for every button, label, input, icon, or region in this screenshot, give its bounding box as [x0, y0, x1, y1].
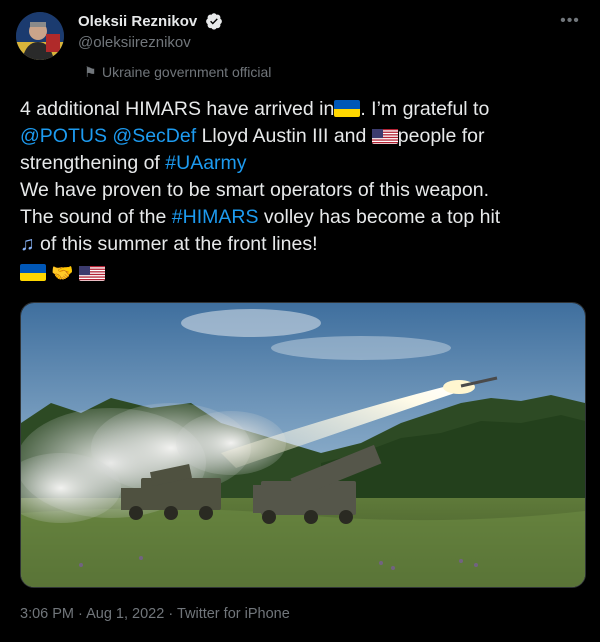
avatar[interactable]: [16, 12, 64, 60]
tweet-text-line1a: 4 additional HIMARS have arrived in: [20, 98, 335, 120]
tweet-text-line5b: volley has become a top hit: [258, 206, 501, 228]
tweet-media-photo[interactable]: [20, 302, 586, 588]
tweet-source[interactable]: Twitter for iPhone: [177, 606, 290, 622]
government-flag-icon: ⚑: [84, 64, 97, 80]
tweet-metadata: 3:06 PM · Aug 1, 2022 · Twitter for iPho…: [20, 606, 290, 622]
meta-separator: ·: [164, 606, 177, 622]
tweet-text-line2a: Lloyd Austin III and: [196, 125, 372, 147]
more-options-icon[interactable]: •••: [556, 12, 584, 32]
handle[interactable]: @oleksiireznikov: [78, 34, 223, 51]
mention-secdef[interactable]: @SecDef: [112, 125, 196, 147]
tweet-timestamp[interactable]: 3:06 PM · Aug 1, 2022: [20, 606, 164, 622]
tweet-text: 4 additional HIMARS have arrived in . I’m…: [20, 96, 586, 287]
tweet-header: Oleksii Reznikov @oleksiireznikov ••• ⚑ U…: [16, 8, 584, 81]
music-notes-icon: ♫: [20, 233, 35, 255]
tweet-text-line2b: people for: [397, 125, 485, 147]
tweet-text-line4: We have proven to be smart operators of …: [20, 179, 489, 201]
us-flag-icon: [371, 127, 398, 144]
affiliation-label: ⚑ Ukraine government official: [84, 64, 271, 81]
hashtag-uaarmy[interactable]: #UAarmy: [165, 152, 246, 174]
us-flag-icon: [79, 264, 106, 281]
handshake-icon: 🤝: [51, 263, 74, 283]
tweet-text-line6: of this summer at the front lines!: [34, 233, 318, 255]
tweet-text-line5a: The sound of the: [20, 206, 172, 228]
tweet-text-line1b: . I’m grateful to: [360, 98, 490, 120]
hashtag-himars[interactable]: #HIMARS: [172, 206, 259, 228]
ukraine-flag-icon: [334, 100, 361, 117]
ukraine-flag-icon: [20, 264, 46, 281]
verified-badge-icon: [205, 13, 222, 30]
display-name[interactable]: Oleksii Reznikov: [78, 13, 197, 30]
emoji-row: 🤝: [20, 260, 586, 287]
tweet-text-line3a: strengthening of: [20, 152, 166, 174]
affiliation-text: Ukraine government official: [102, 64, 272, 80]
mention-potus[interactable]: @POTUS: [20, 125, 107, 147]
